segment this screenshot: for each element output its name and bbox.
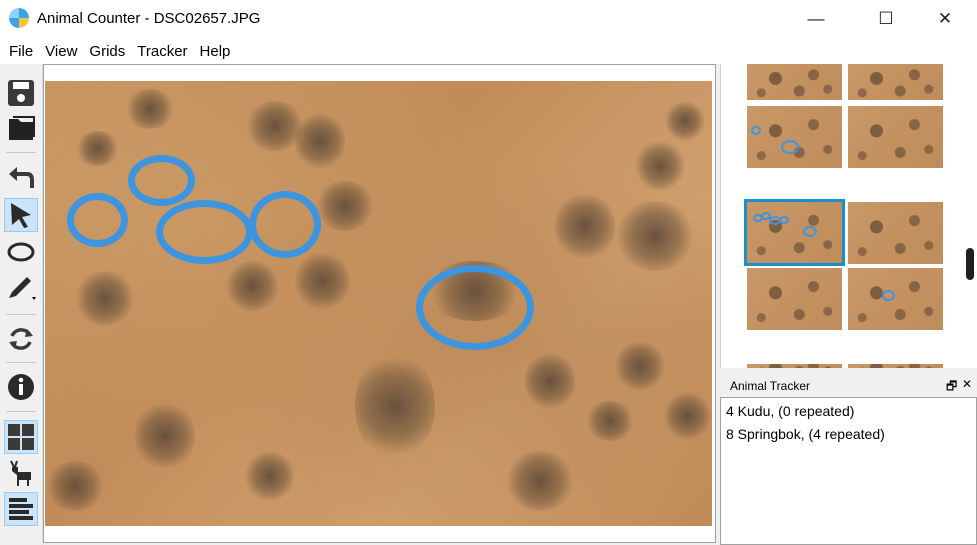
thumbnail-panel[interactable] [720, 64, 977, 368]
shrub [555, 191, 615, 261]
shrub [75, 271, 135, 326]
animal-tool[interactable] [4, 456, 38, 490]
menu-bar: File View Grids Tracker Help [0, 38, 977, 64]
shrub [295, 111, 345, 171]
animal-marker[interactable] [249, 191, 321, 258]
thumbnail[interactable] [747, 364, 842, 368]
menu-grids[interactable]: Grids [83, 43, 131, 60]
toolbar-divider [6, 362, 36, 363]
menu-file[interactable]: File [3, 43, 39, 60]
animal-marker[interactable] [128, 155, 195, 206]
list-toggle[interactable] [4, 492, 38, 526]
folder-icon [9, 116, 35, 140]
shrub [355, 351, 435, 461]
thumbnail[interactable] [747, 64, 842, 100]
pen-tool[interactable] [4, 271, 38, 305]
thumbnail[interactable] [848, 364, 943, 368]
shrub [635, 141, 685, 191]
animal-marker[interactable] [416, 265, 534, 350]
shrub [315, 181, 375, 231]
thumbnail[interactable] [747, 106, 842, 168]
thumbnail-scrollbar[interactable] [966, 248, 974, 280]
close-button[interactable]: ✕ [922, 0, 968, 38]
thumbnail-marker [751, 126, 761, 135]
grid-toggle[interactable] [4, 420, 38, 454]
info-icon [8, 374, 34, 400]
shrub [525, 351, 575, 411]
menu-help[interactable]: Help [194, 43, 237, 60]
shrub [125, 89, 175, 129]
image-viewer[interactable] [43, 64, 716, 543]
menu-view[interactable]: View [39, 43, 83, 60]
maximize-icon: ☐ [878, 9, 894, 28]
tracker-title: Animal Tracker [730, 379, 811, 393]
thumbnail-marker [882, 290, 895, 301]
save-button[interactable] [4, 76, 38, 110]
thumbnail-marker [781, 140, 799, 154]
tracker-header: Animal Tracker 🗗 ✕ [720, 375, 977, 397]
undo-button[interactable] [4, 162, 38, 196]
shrub [135, 401, 195, 471]
shrub [585, 401, 635, 441]
toolbar-divider [6, 411, 36, 412]
thumbnail[interactable] [848, 64, 943, 100]
app-logo-icon [9, 8, 29, 28]
pointer-icon [11, 203, 31, 228]
maximize-button[interactable]: ☐ [863, 0, 909, 38]
refresh-icon [9, 328, 33, 350]
minimize-icon: — [807, 9, 825, 28]
shrub [615, 341, 665, 391]
shrub [225, 261, 280, 311]
tracker-list: 4 Kudu, (0 repeated) 8 Springbok, (4 rep… [720, 397, 977, 545]
open-folder-button[interactable] [4, 111, 38, 145]
ellipse-icon [7, 242, 35, 262]
shrub [665, 391, 710, 441]
pointer-tool[interactable] [4, 198, 38, 232]
undo-icon [9, 167, 34, 188]
toolbar-divider [6, 314, 36, 315]
shrub [245, 451, 295, 501]
minimize-button[interactable]: — [793, 0, 839, 38]
list-icon [9, 498, 33, 520]
shrub [75, 131, 120, 166]
animal-marker[interactable] [156, 200, 253, 264]
animal-marker[interactable] [67, 193, 128, 247]
title-bar: Animal Counter - DSC02657.JPG — ☐ ✕ [0, 0, 977, 38]
tool-panel [0, 64, 43, 545]
grid-icon [8, 424, 34, 450]
ellipse-tool[interactable] [4, 235, 38, 269]
animal-icon [10, 460, 31, 486]
save-icon [8, 80, 34, 106]
thumbnail-marker [779, 216, 789, 224]
pen-icon [9, 277, 36, 300]
close-icon: ✕ [937, 9, 953, 28]
thumbnail[interactable] [747, 268, 842, 330]
tracker-entry: 4 Kudu, (0 repeated) [726, 403, 855, 419]
shrub [295, 251, 350, 311]
refresh-button[interactable] [4, 322, 38, 356]
dock-close-icon[interactable]: ✕ [962, 377, 972, 391]
window-title: Animal Counter - DSC02657.JPG [37, 10, 261, 27]
shrub [45, 461, 105, 511]
info-button[interactable] [4, 370, 38, 404]
thumbnail[interactable] [848, 202, 943, 264]
thumbnail[interactable] [848, 106, 943, 168]
menu-tracker[interactable]: Tracker [131, 43, 193, 60]
thumbnail[interactable] [848, 268, 943, 330]
thumbnail-selected[interactable] [744, 199, 845, 266]
shrub [505, 451, 575, 511]
aerial-photo[interactable] [45, 81, 712, 526]
tracker-entry: 8 Springbok, (4 repeated) [726, 426, 885, 442]
toolbar-divider [6, 152, 36, 153]
float-icon[interactable]: 🗗 [946, 377, 957, 398]
shrub [615, 201, 695, 271]
shrub [665, 101, 705, 141]
thumbnail-marker [803, 226, 817, 237]
